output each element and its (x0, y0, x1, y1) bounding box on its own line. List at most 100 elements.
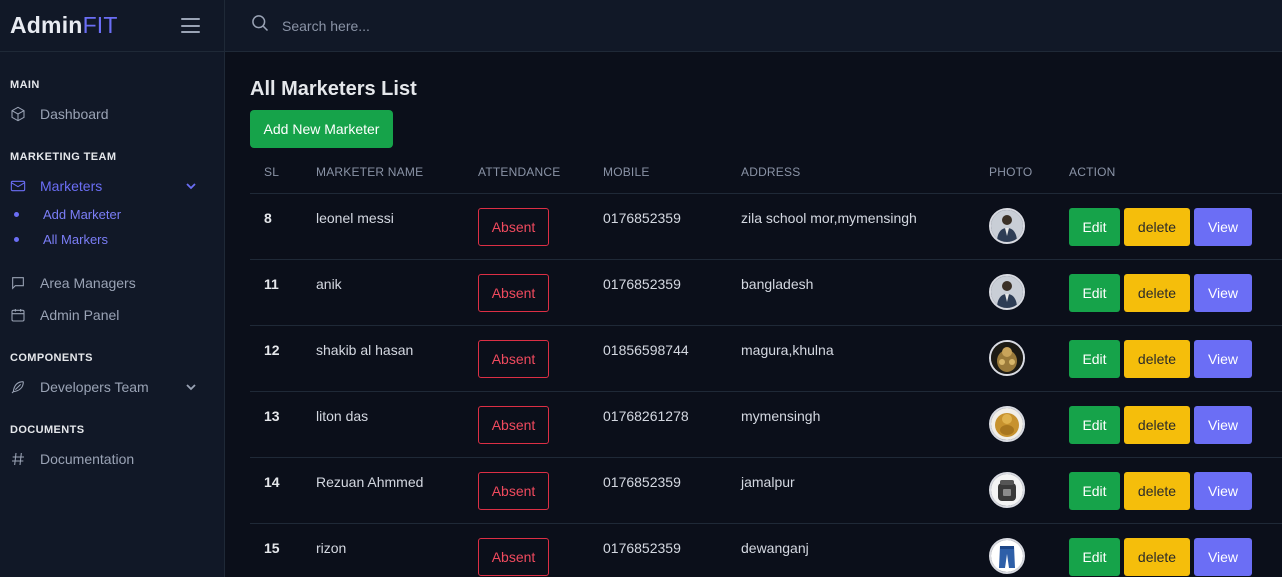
delete-button[interactable]: delete (1124, 471, 1190, 510)
absent-button[interactable]: Absent (478, 471, 549, 510)
table-row: 15 rizon Absent 0176852359 dewanganj Edi… (250, 523, 1282, 577)
cell-mobile: 01768261278 (603, 391, 741, 458)
absent-button[interactable]: Absent (478, 537, 549, 576)
cell-actions: Edit delete View (1069, 325, 1282, 392)
search-input[interactable] (282, 17, 682, 34)
bullet-icon (14, 237, 19, 242)
page-title: All Marketers List (250, 78, 417, 100)
edit-button[interactable]: Edit (1069, 207, 1120, 246)
view-button[interactable]: View (1194, 405, 1252, 444)
delete-button[interactable]: delete (1124, 405, 1190, 444)
column-header-attendance[interactable]: ATTENDANCE (478, 152, 603, 194)
sidebar-item-label: Developers Team (40, 379, 149, 395)
sidebar-subitem-all-markers[interactable]: All Markers (14, 232, 108, 247)
sidebar-item-area-managers[interactable]: Area Managers (10, 272, 136, 294)
delete-button[interactable]: delete (1124, 273, 1190, 312)
delete-button[interactable]: delete (1124, 207, 1190, 246)
cell-sl: 12 (250, 325, 316, 392)
column-header-photo[interactable]: PHOTO (989, 152, 1069, 194)
section-components: COMPONENTS (10, 352, 93, 364)
table-row: 14 Rezuan Ahmmed Absent 0176852359 jamal… (250, 457, 1282, 524)
mail-icon (10, 178, 26, 194)
sidebar-item-marketers[interactable]: Marketers (10, 175, 102, 197)
absent-button[interactable]: Absent (478, 273, 549, 312)
sidebar-item-developers-team[interactable]: Developers Team (10, 376, 149, 398)
cell-name: Rezuan Ahmmed (316, 457, 478, 524)
cell-sl: 11 (250, 259, 316, 326)
avatar (989, 537, 1025, 574)
view-button[interactable]: View (1194, 471, 1252, 510)
sidebar-subitem-label: Add Marketer (43, 207, 122, 222)
view-button[interactable]: View (1194, 207, 1252, 246)
add-new-marketer-button[interactable]: Add New Marketer (250, 110, 393, 148)
cell-actions: Edit delete View (1069, 259, 1282, 326)
brand-name-accent: FIT (82, 12, 118, 38)
column-header-action[interactable]: ACTION (1069, 152, 1282, 194)
cell-attendance: Absent (478, 523, 603, 577)
cell-sl: 14 (250, 457, 316, 524)
cell-photo (989, 259, 1069, 326)
cell-photo (989, 193, 1069, 260)
cell-photo (989, 523, 1069, 577)
table-row: 13 liton das Absent 01768261278 mymensin… (250, 391, 1282, 458)
absent-button[interactable]: Absent (478, 405, 549, 444)
cube-icon (10, 106, 26, 122)
sidebar-item-dashboard[interactable]: Dashboard (10, 103, 109, 125)
cell-mobile: 0176852359 (603, 523, 741, 577)
edit-button[interactable]: Edit (1069, 471, 1120, 510)
cell-address: dewanganj (741, 523, 989, 577)
cell-name: liton das (316, 391, 478, 458)
cell-sl: 13 (250, 391, 316, 458)
cell-attendance: Absent (478, 391, 603, 458)
sidebar-item-documentation[interactable]: Documentation (10, 448, 134, 470)
column-header-sl[interactable]: SL (250, 152, 316, 194)
cell-attendance: Absent (478, 325, 603, 392)
view-button[interactable]: View (1194, 537, 1252, 576)
view-button[interactable]: View (1194, 339, 1252, 378)
absent-button[interactable]: Absent (478, 207, 549, 246)
golden-statue-photo-icon (991, 341, 1023, 374)
cell-mobile: 01856598744 (603, 325, 741, 392)
chevron-down-icon[interactable] (186, 382, 196, 392)
edit-button[interactable]: Edit (1069, 537, 1120, 576)
person-photo-icon (991, 209, 1023, 242)
table-row: 12 shakib al hasan Absent 01856598744 ma… (250, 325, 1282, 392)
hash-icon (10, 451, 26, 467)
topbar (225, 0, 1282, 52)
edit-button[interactable]: Edit (1069, 405, 1120, 444)
search-icon (250, 13, 270, 38)
table-row: 11 anik Absent 0176852359 bangladesh Edi… (250, 259, 1282, 326)
view-button[interactable]: View (1194, 273, 1252, 312)
column-header-name[interactable]: MARKETER NAME (316, 152, 478, 194)
delete-button[interactable]: delete (1124, 339, 1190, 378)
table-header-row: SL MARKETER NAME ATTENDANCE MOBILE ADDRE… (250, 152, 1282, 194)
cell-attendance: Absent (478, 259, 603, 326)
menu-toggle-icon[interactable] (181, 18, 200, 33)
feather-icon (10, 379, 26, 395)
avatar (989, 405, 1025, 442)
brand-header: AdminFIT (0, 0, 224, 52)
avatar (989, 273, 1025, 310)
cell-actions: Edit delete View (1069, 457, 1282, 524)
cell-mobile: 0176852359 (603, 457, 741, 524)
avatar (989, 339, 1025, 376)
calendar-icon (10, 307, 26, 323)
cell-name: leonel messi (316, 193, 478, 260)
sidebar-item-label: Area Managers (40, 275, 136, 291)
sidebar-subitem-add-marketer[interactable]: Add Marketer (14, 207, 121, 222)
absent-button[interactable]: Absent (478, 339, 549, 378)
chevron-down-icon[interactable] (186, 181, 196, 191)
cell-attendance: Absent (478, 457, 603, 524)
cell-attendance: Absent (478, 193, 603, 260)
avatar (989, 207, 1025, 244)
golden-idol-photo-icon (991, 407, 1023, 440)
marketers-table: SL MARKETER NAME ATTENDANCE MOBILE ADDRE… (250, 152, 1282, 577)
brand-logo[interactable]: AdminFIT (10, 12, 118, 39)
edit-button[interactable]: Edit (1069, 339, 1120, 378)
person-photo-icon (991, 275, 1023, 308)
edit-button[interactable]: Edit (1069, 273, 1120, 312)
delete-button[interactable]: delete (1124, 537, 1190, 576)
column-header-mobile[interactable]: MOBILE (603, 152, 741, 194)
sidebar-item-admin-panel[interactable]: Admin Panel (10, 304, 119, 326)
column-header-address[interactable]: ADDRESS (741, 152, 989, 194)
